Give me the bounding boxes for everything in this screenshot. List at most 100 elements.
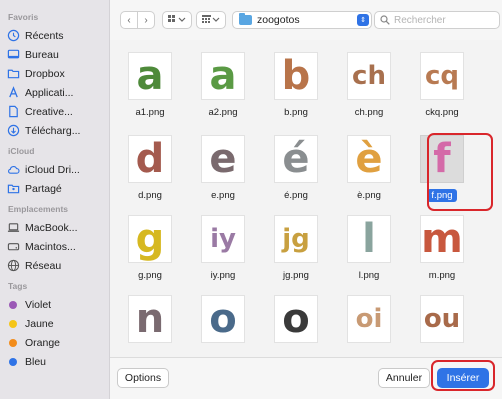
sidebar-item-label: Télécharg... xyxy=(25,124,81,137)
sidebar-item[interactable]: Macintos... xyxy=(0,237,109,256)
file-item[interactable]: ou xyxy=(407,295,477,343)
file-name: b.png xyxy=(284,107,308,118)
sidebar-item[interactable]: Récents xyxy=(0,26,109,45)
sidebar-item[interactable]: Jaune xyxy=(0,314,109,333)
search-input[interactable] xyxy=(394,14,484,26)
desktop-icon xyxy=(6,48,20,62)
file-item[interactable]: iy iy.png xyxy=(188,215,258,282)
sidebar-item-label: Orange xyxy=(25,336,61,349)
file-item[interactable]: é é.png xyxy=(261,135,331,202)
location-popup[interactable]: zoogotos ⇕ xyxy=(232,11,372,29)
file-name: è.png xyxy=(357,190,381,201)
thumbnail-letter: a xyxy=(136,53,164,99)
file-name: g.png xyxy=(138,270,162,281)
file-thumbnail: jg xyxy=(274,215,318,263)
file-item[interactable]: n xyxy=(115,295,185,343)
file-item[interactable]: cq ckq.png xyxy=(407,52,477,119)
file-thumbnail: b xyxy=(274,52,318,100)
search-icon xyxy=(380,15,390,25)
file-thumbnail: o xyxy=(201,295,245,343)
network-icon xyxy=(6,259,20,273)
group-button[interactable] xyxy=(196,11,226,29)
file-name: e.png xyxy=(211,190,235,201)
sidebar-item[interactable]: Applicati... xyxy=(0,83,109,102)
shared-folder-icon xyxy=(6,182,20,196)
sidebar-item-label: Bureau xyxy=(25,48,59,61)
view-mode-button[interactable] xyxy=(162,11,192,29)
toolbar: ‹ › zoogotos ⇕ xyxy=(110,0,502,40)
sidebar-item-label: Violet xyxy=(25,298,52,311)
thumbnail-letter: o xyxy=(282,296,310,342)
back-button[interactable]: ‹ xyxy=(120,11,138,29)
sidebar-item-label: Creative... xyxy=(25,105,73,118)
sidebar-item[interactable]: Creative... xyxy=(0,102,109,121)
sidebar-item-label: Jaune xyxy=(25,317,54,330)
file-item[interactable]: o xyxy=(188,295,258,343)
file-thumbnail: g xyxy=(128,215,172,263)
chevron-right-icon: › xyxy=(144,14,148,26)
sidebar-item-label: iCloud Dri... xyxy=(25,163,80,176)
file-thumbnail: é xyxy=(274,135,318,183)
file-item[interactable]: oi xyxy=(334,295,404,343)
thumbnail-letter: b xyxy=(281,53,311,99)
options-button[interactable]: Options xyxy=(117,368,169,388)
file-item[interactable]: a a2.png xyxy=(188,52,258,119)
forward-button[interactable]: › xyxy=(137,11,155,29)
sidebar-section-title: Emplacements xyxy=(8,204,68,214)
sidebar-item[interactable]: Violet xyxy=(0,295,109,314)
thumbnail-letter: é xyxy=(282,136,310,182)
applications-icon xyxy=(6,86,20,100)
sidebar-item[interactable]: Réseau xyxy=(0,256,109,275)
sidebar-section-title: Favoris xyxy=(8,12,39,22)
file-item[interactable]: g g.png xyxy=(115,215,185,282)
sidebar-item[interactable]: Bleu xyxy=(0,352,109,371)
download-icon xyxy=(6,124,20,138)
file-item[interactable]: d d.png xyxy=(115,135,185,202)
tag-dot-icon xyxy=(6,336,20,350)
thumbnail-letter: ou xyxy=(423,304,461,334)
file-item[interactable]: ch ch.png xyxy=(334,52,404,119)
thumbnail-letter: cq xyxy=(424,61,460,91)
file-name: d.png xyxy=(138,190,162,201)
file-name: jg.png xyxy=(283,270,309,281)
sidebar-item[interactable]: Télécharg... xyxy=(0,121,109,140)
thumbnail-letter: è xyxy=(355,136,383,182)
tag-dot-icon xyxy=(6,355,20,369)
file-name: ch.png xyxy=(354,107,384,118)
file-thumbnail: ch xyxy=(347,52,391,100)
chevron-left-icon: ‹ xyxy=(127,14,131,26)
chevron-updown-icon: ⇕ xyxy=(357,14,369,26)
sidebar-item[interactable]: Dropbox xyxy=(0,64,109,83)
file-item[interactable]: o xyxy=(261,295,331,343)
file-thumbnail: oi xyxy=(347,295,391,343)
sidebar-item-label: Bleu xyxy=(25,355,47,368)
file-item[interactable]: è è.png xyxy=(334,135,404,202)
sidebar-item[interactable]: MacBook... xyxy=(0,218,109,237)
sidebar-section-title: iCloud xyxy=(8,146,35,156)
file-name: iy.png xyxy=(210,270,236,281)
file-item[interactable]: e e.png xyxy=(188,135,258,202)
file-thumbnail: m xyxy=(420,215,464,263)
tag-dot-icon xyxy=(6,317,20,331)
cancel-button[interactable]: Annuler xyxy=(378,368,430,388)
thumbnail-letter: a xyxy=(209,53,237,99)
thumbnail-letter: n xyxy=(135,296,165,342)
sidebar-item[interactable]: Bureau xyxy=(0,45,109,64)
file-thumbnail: o xyxy=(274,295,318,343)
location-label: zoogotos xyxy=(257,14,300,26)
selection-highlight xyxy=(427,133,493,211)
file-thumbnail: a xyxy=(201,52,245,100)
search-field[interactable] xyxy=(374,11,500,29)
file-item[interactable]: a a1.png xyxy=(115,52,185,119)
sidebar-item[interactable]: Partagé xyxy=(0,179,109,198)
thumbnail-letter: l xyxy=(362,216,376,262)
sidebar: Favoris Récents Bureau Dropbox Applicati... C… xyxy=(0,0,110,399)
file-item[interactable]: l l.png xyxy=(334,215,404,282)
file-name: ckq.png xyxy=(425,107,459,118)
file-item[interactable]: b b.png xyxy=(261,52,331,119)
file-item[interactable]: jg jg.png xyxy=(261,215,331,282)
file-item[interactable]: m m.png xyxy=(407,215,477,282)
sidebar-item[interactable]: iCloud Dri... xyxy=(0,160,109,179)
sidebar-item[interactable]: Orange xyxy=(0,333,109,352)
tag-dot-icon xyxy=(6,298,20,312)
